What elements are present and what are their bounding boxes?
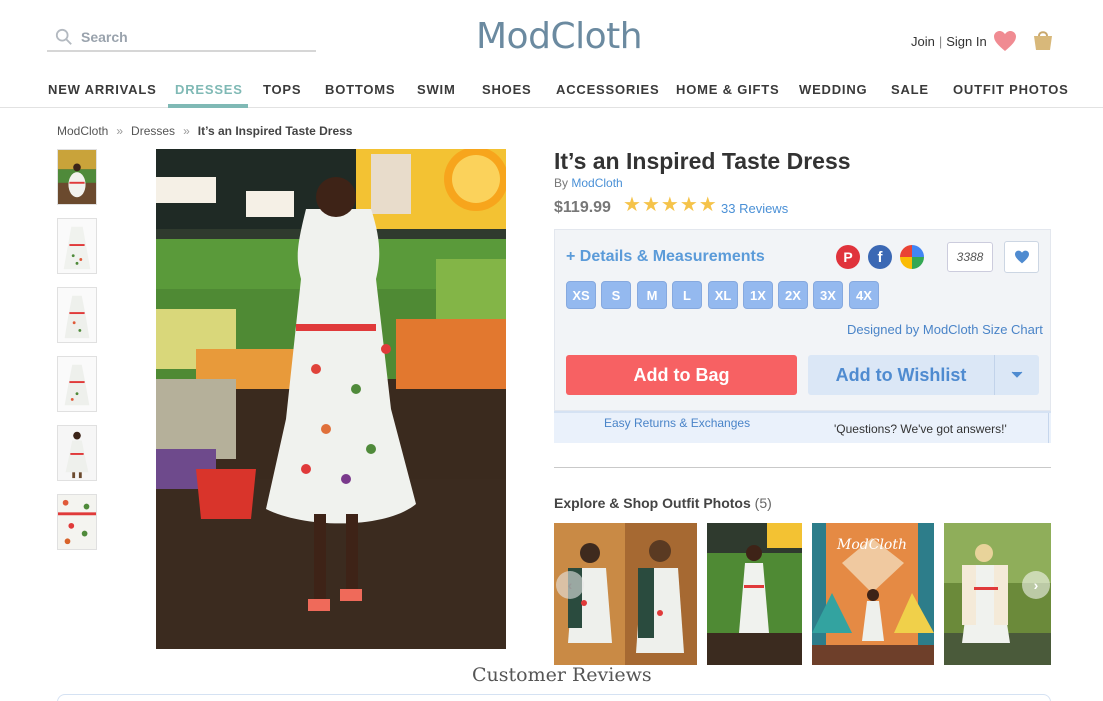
add-to-bag-button[interactable]: Add to Bag [566,355,797,395]
account-links: Join | Sign In [911,34,987,49]
outfit-photos-heading: Explore & Shop Outfit Photos (5) [554,495,772,511]
breadcrumb-current: It’s an Inspired Taste Dress [197,124,353,138]
product-thumbnail[interactable] [57,218,97,274]
star-icon: ★ [623,194,641,216]
product-title: It’s an Inspired Taste Dress [554,148,851,174]
wishlist-heart-icon[interactable] [993,30,1017,57]
breadcrumb-category[interactable]: Dresses [131,124,175,138]
nav-shoes[interactable]: SHOES [482,82,532,97]
size-option[interactable]: M [637,281,667,309]
divider [1048,413,1049,443]
size-option[interactable]: XS [566,281,596,309]
size-option[interactable]: S [601,281,631,309]
product-thumbnail[interactable] [57,494,97,550]
nav-accessories[interactable]: ACCESSORIES [556,82,659,97]
svg-text:ModCloth: ModCloth [836,537,907,553]
reviews-link[interactable]: 33 Reviews [721,201,788,216]
add-to-wishlist-button[interactable]: Add to Wishlist [808,355,994,395]
breadcrumb-separator: » [183,124,190,138]
wishlist-dropdown-button[interactable] [994,355,1039,395]
size-option[interactable]: 1X [743,281,773,309]
sign-in-link[interactable]: Sign In [946,34,986,49]
divider [554,467,1051,468]
facebook-icon[interactable]: f [868,245,892,269]
main-nav: NEW ARRIVALS DRESSES TOPS BOTTOMS SWIM S… [0,70,1103,108]
nav-new-arrivals[interactable]: NEW ARRIVALS [48,82,157,97]
star-icon: ★ [641,194,660,216]
size-option[interactable]: L [672,281,702,309]
star-icon: ★ [698,194,717,216]
shopping-bag-icon[interactable] [1031,28,1055,57]
size-option[interactable]: 4X [849,281,879,309]
size-option[interactable]: 3X [813,281,843,309]
details-measurements-link[interactable]: + Details & Measurements [566,248,765,266]
reviews-section-frame [57,694,1051,701]
nav-bottoms[interactable]: BOTTOMS [325,82,395,97]
heart-icon [1014,250,1029,264]
by-label: By [554,176,569,190]
nav-swim[interactable]: SWIM [417,82,456,97]
google-plus-icon[interactable] [900,245,924,269]
brand-link[interactable]: ModCloth [571,176,622,190]
customer-reviews-heading: Customer Reviews [472,664,652,686]
save-count: 3388 [947,242,993,272]
nav-outfit-photos[interactable]: OUTFIT PHOTOS [953,82,1069,97]
search-bar[interactable] [47,24,316,52]
outfit-photo[interactable] [707,523,802,665]
search-input[interactable] [81,29,301,45]
product-thumbnail[interactable] [57,149,97,205]
carousel-next-icon[interactable]: › [1022,571,1050,599]
join-link[interactable]: Join [911,34,935,49]
chevron-down-icon [1011,371,1023,378]
save-heart-button[interactable] [1004,241,1039,273]
outfit-photo[interactable]: ModCloth [812,523,934,665]
size-option[interactable]: XL [708,281,738,309]
nav-home-gifts[interactable]: HOME & GIFTS [676,82,780,97]
star-icon: ★ [660,194,679,216]
search-icon [55,28,72,45]
breadcrumb: ModCloth » Dresses » It’s an Inspired Ta… [57,124,352,138]
product-price: $119.99 [554,199,611,216]
product-thumbnail[interactable] [57,356,97,412]
star-icon: ★ [679,194,698,216]
breadcrumb-separator: » [116,124,124,138]
breadcrumb-home[interactable]: ModCloth [57,124,108,138]
size-option[interactable]: 2X [778,281,808,309]
product-main-image[interactable] [156,149,506,649]
outfit-photos-count: (5) [754,495,772,511]
carousel-prev-icon[interactable]: ‹ [556,571,584,599]
rating-stars[interactable]: ★ ★ ★ ★ ★ [623,195,717,215]
pinterest-icon[interactable]: P [836,245,860,269]
account-separator: | [938,34,943,49]
product-thumbnail[interactable] [57,425,97,481]
nav-tops[interactable]: TOPS [263,82,301,97]
nav-dresses[interactable]: DRESSES [175,82,243,97]
outfit-photos-label: Explore & Shop Outfit Photos [554,495,751,511]
modcloth-logo[interactable]: ModCloth [476,16,643,57]
easy-returns-link[interactable]: Easy Returns & Exchanges [604,416,750,430]
nav-wedding[interactable]: WEDDING [799,82,867,97]
questions-link[interactable]: 'Questions? We've got answers!' [834,422,1007,436]
product-thumbnail[interactable] [57,287,97,343]
nav-active-indicator [168,104,248,108]
product-byline: By ModCloth [554,176,623,190]
size-chart-link[interactable]: Designed by ModCloth Size Chart [847,322,1043,337]
nav-sale[interactable]: SALE [891,82,929,97]
